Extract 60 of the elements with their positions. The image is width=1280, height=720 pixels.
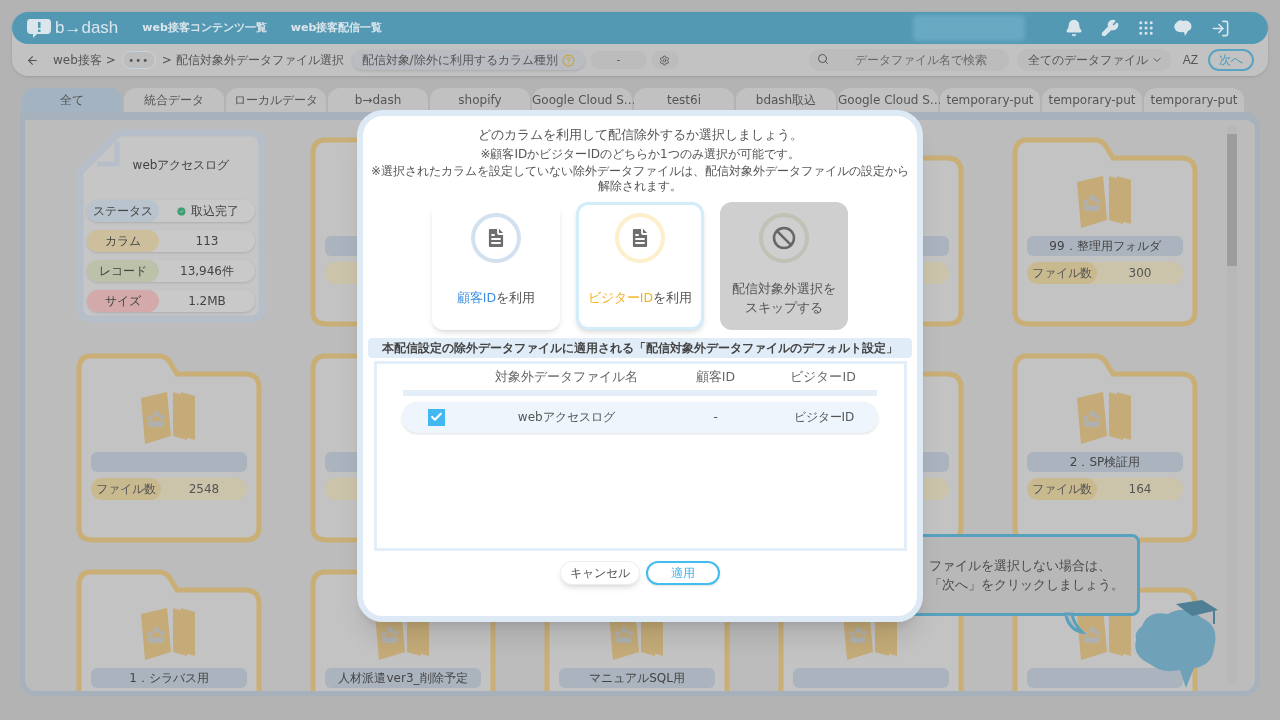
table-row[interactable]: webアクセスログ - ビジターID (402, 401, 878, 433)
logo[interactable]: b→dash (55, 15, 119, 41)
stat-value: 13,946件 (180, 263, 234, 280)
stat-label: ステータス (87, 200, 159, 222)
tab[interactable]: bdash取込 (736, 88, 836, 112)
search-field[interactable]: データファイル名で検索 (808, 49, 1009, 71)
tab[interactable]: Google Cloud S… (838, 88, 938, 112)
file-count-label: ファイル数 (1027, 478, 1097, 500)
stat-value: 取込完了 (190, 203, 239, 220)
skip-option-card[interactable]: 配信対象外選択を スキップする (720, 201, 848, 330)
breadcrumb-link[interactable]: web接客 > (53, 51, 116, 69)
hint-text: 「次へ」をクリックしましょう。 (929, 576, 1125, 594)
nav-link[interactable]: web接客コンテンツ一覧 (142, 19, 267, 37)
folder-name: マニュアルSQL用 (559, 668, 715, 688)
tab[interactable]: temporary-put (940, 88, 1040, 112)
column-type-value: - (590, 51, 647, 69)
breadcrumb-current: > 配信対象外データファイル選択 (161, 52, 344, 69)
folder-name: 99．整理用フォルダ (1027, 236, 1183, 256)
tab[interactable]: temporary-put (1042, 88, 1142, 112)
stat-label: レコード (87, 260, 159, 282)
stat-value: 1.2MB (188, 293, 226, 310)
folder-name: 1．シラバス用 (91, 668, 247, 688)
tab[interactable]: 統合データ (124, 88, 224, 112)
tab[interactable]: b→dash (328, 88, 428, 112)
modal-title: どのカラムを利用して配信除外するか選択しましょう。 (477, 126, 803, 144)
section-heading: 本配信設定の除外データファイルに適用される「配信対象外データファイルのデフォルト設定」 (368, 337, 912, 358)
more-button[interactable]: ••• (121, 51, 156, 69)
tab[interactable]: Google Cloud S… (532, 88, 632, 112)
stat-label: カラム (87, 230, 159, 252)
table-cell-text: ビジターID (792, 409, 856, 426)
column-type-label: 配信対象/除外に利用するカラム種別 (361, 52, 558, 69)
column-header: 顧客ID (694, 368, 737, 387)
tab[interactable]: test6i (634, 88, 734, 112)
file-name: webアクセスログ (131, 157, 230, 174)
apply-button[interactable]: 適用 (646, 560, 720, 585)
file-count-label: ファイル数 (91, 478, 161, 500)
file-count: 164 (1127, 481, 1153, 498)
filter-select[interactable]: 全てのデータファイル (1016, 49, 1171, 71)
modal-note: ※選択されたカラムを設定していない除外データファイルは、配信対象外データファイルの設定から解除されます。 (370, 163, 910, 194)
column-header: ビジターID (789, 368, 857, 387)
table-cell-text: webアクセスログ (516, 409, 616, 426)
tab[interactable]: 全て (22, 88, 122, 112)
sort-button[interactable]: AZ (1182, 51, 1198, 69)
folder-name: 2．SP検証用 (1027, 452, 1183, 472)
nav-link[interactable]: web接客配信一覧 (290, 19, 383, 37)
file-count: 2548 (187, 481, 221, 498)
column-header: 対象外データファイル名 (494, 368, 640, 387)
folder-name: 人材派遣ver3_削除予定 (325, 668, 481, 688)
stat-label: サイズ (87, 290, 159, 312)
tab[interactable]: ローカルデータ (226, 88, 326, 112)
column-option-card[interactable]: ビジターIDを利用 (576, 201, 704, 330)
file-count-label: ファイル数 (1027, 262, 1097, 284)
cancel-button[interactable]: キャンセル (560, 560, 640, 585)
tab[interactable]: shopify (430, 88, 530, 112)
modal-note: ※顧客IDかビジターIDのどちらか1つのみ選択が可能です。 (480, 146, 800, 162)
file-count: 300 (1127, 265, 1153, 282)
tab[interactable]: temporary-put (1144, 88, 1244, 112)
hint-text: ファイルを選択しない場合は、 (929, 557, 1112, 575)
table-cell-text: - (712, 409, 719, 426)
stat-value: 113 (195, 233, 219, 250)
